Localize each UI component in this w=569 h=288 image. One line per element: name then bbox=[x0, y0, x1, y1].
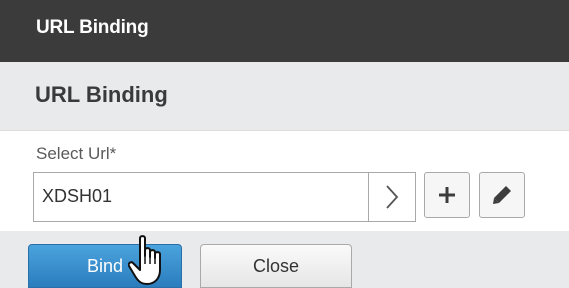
section-title: URL Binding bbox=[35, 82, 168, 107]
bind-button-label: Bind bbox=[86, 255, 124, 276]
close-button[interactable]: Close bbox=[200, 244, 352, 288]
edit-url-button[interactable] bbox=[479, 172, 525, 218]
dialog-title: URL Binding bbox=[36, 17, 149, 38]
close-button-label: Close bbox=[252, 255, 300, 276]
browse-url-button[interactable] bbox=[368, 173, 415, 221]
add-url-button[interactable] bbox=[424, 172, 470, 218]
hand-pointer-cursor-icon bbox=[128, 235, 161, 285]
dialog-titlebar: URL Binding bbox=[0, 0, 569, 62]
plus-icon bbox=[439, 187, 455, 203]
chevron-right-icon bbox=[386, 185, 399, 209]
pencil-icon bbox=[493, 186, 511, 204]
select-url-label: Select Url* bbox=[36, 144, 117, 163]
section-header: URL Binding bbox=[0, 62, 569, 131]
select-url-value: XDSH01 bbox=[42, 186, 113, 206]
select-url-field[interactable]: XDSH01 bbox=[33, 172, 416, 222]
